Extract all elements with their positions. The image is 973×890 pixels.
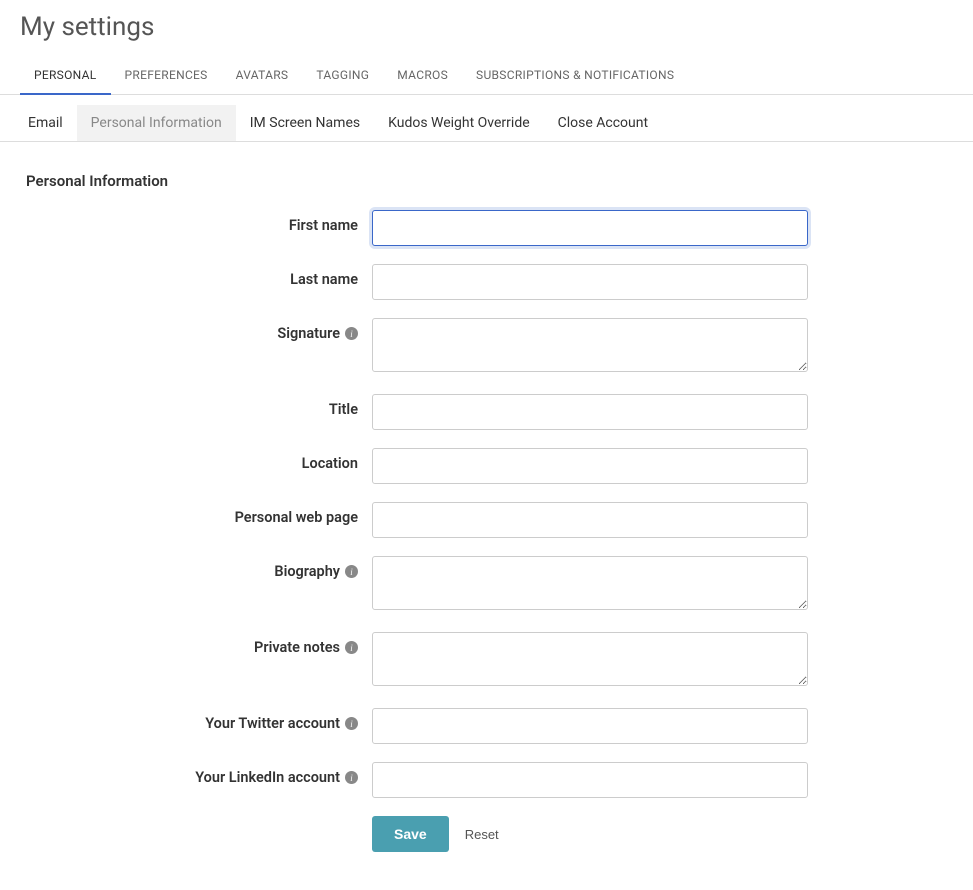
location-label: Location [302,455,358,472]
first-name-label: First name [289,217,358,234]
reset-button[interactable]: Reset [465,827,499,842]
tab-preferences[interactable]: PREFERENCES [111,58,222,94]
subtab-personal-information[interactable]: Personal Information [77,105,236,141]
biography-label: Biography [274,563,340,580]
biography-input[interactable] [372,556,808,610]
tab-avatars[interactable]: AVATARS [222,58,303,94]
last-name-label: Last name [290,271,358,288]
subtab-close-account[interactable]: Close Account [544,105,662,141]
private-notes-label: Private notes [254,639,340,656]
info-icon[interactable]: i [345,565,358,578]
page-title: My settings [0,0,973,58]
subtab-kudos-weight-override[interactable]: Kudos Weight Override [374,105,544,141]
private-notes-input[interactable] [372,632,808,686]
section-title: Personal Information [26,172,953,190]
webpage-input[interactable] [372,502,808,538]
sub-tabs: Email Personal Information IM Screen Nam… [0,105,973,142]
title-label: Title [329,401,358,418]
signature-input[interactable] [372,318,808,372]
tab-personal[interactable]: PERSONAL [20,58,111,94]
tab-macros[interactable]: MACROS [383,58,462,94]
info-icon[interactable]: i [345,771,358,784]
subtab-im-screen-names[interactable]: IM Screen Names [236,105,374,141]
tab-tagging[interactable]: TAGGING [302,58,383,94]
save-button[interactable]: Save [372,816,449,852]
info-icon[interactable]: i [345,717,358,730]
twitter-input[interactable] [372,708,808,744]
main-tabs: PERSONAL PREFERENCES AVATARS TAGGING MAC… [0,58,973,95]
info-icon[interactable]: i [345,641,358,654]
location-input[interactable] [372,448,808,484]
twitter-label: Your Twitter account [205,715,340,732]
linkedin-label: Your LinkedIn account [195,769,340,786]
info-icon[interactable]: i [345,327,358,340]
linkedin-input[interactable] [372,762,808,798]
subtab-email[interactable]: Email [14,105,77,141]
signature-label: Signature [277,325,340,342]
webpage-label: Personal web page [235,509,358,526]
last-name-input[interactable] [372,264,808,300]
tab-subscriptions[interactable]: SUBSCRIPTIONS & NOTIFICATIONS [462,58,688,94]
first-name-input[interactable] [372,210,808,246]
title-input[interactable] [372,394,808,430]
